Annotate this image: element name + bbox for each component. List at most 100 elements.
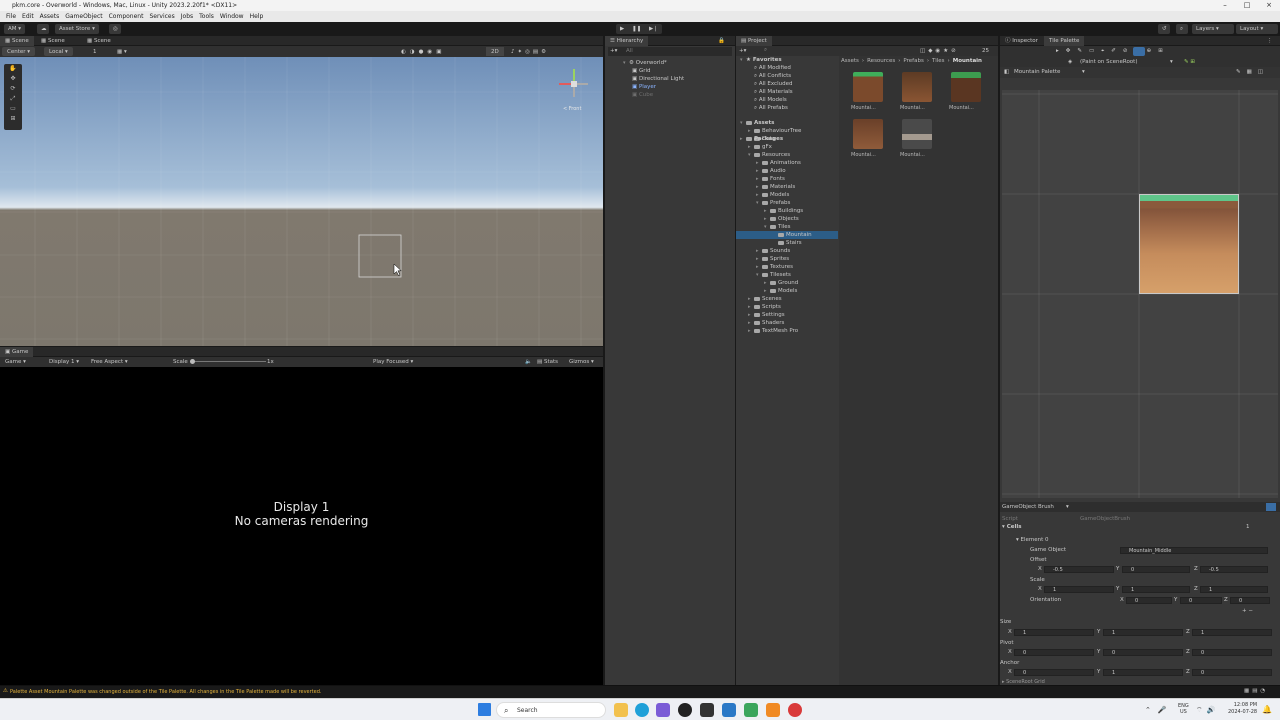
- project-folder[interactable]: ▸ Models: [736, 191, 838, 199]
- offset-y-field[interactable]: 0: [1122, 566, 1190, 573]
- gizmos-button[interactable]: Gizmos ▾: [564, 357, 599, 367]
- pivot-x-field[interactable]: 0: [1014, 649, 1094, 656]
- scene-effects-icons[interactable]: ♪✦◎▤⚙: [506, 47, 554, 56]
- windows-start-icon[interactable]: [478, 703, 491, 716]
- packages-root[interactable]: ▸ Packages: [736, 135, 838, 143]
- play-mode-dropdown[interactable]: Play Focused ▾: [368, 357, 418, 367]
- edit-icon[interactable]: ✎ ⊞: [1184, 59, 1195, 65]
- display-dropdown[interactable]: Display 1 ▾: [44, 357, 84, 367]
- pivot-y-field[interactable]: 0: [1103, 649, 1183, 656]
- project-folder[interactable]: ▸ BehaviourTree: [736, 127, 838, 135]
- brush-settings-icon[interactable]: [1266, 503, 1276, 511]
- project-folder[interactable]: ▸ Ground: [736, 279, 838, 287]
- hierarchy-lock-icon[interactable]: 🔒⋮: [713, 36, 735, 54]
- play-icon[interactable]: ▶: [620, 26, 624, 32]
- tile-tool-icons[interactable]: ▸✥✎▭⌖✐⊘▤⊕⊞: [1056, 48, 1170, 55]
- project-folder[interactable]: Stairs: [736, 239, 838, 247]
- clock[interactable]: 12:08 PM 2024-07-28: [1228, 702, 1257, 716]
- orientation-x-field[interactable]: 0: [1126, 597, 1172, 604]
- menu-file[interactable]: File: [6, 13, 16, 20]
- layout-dropdown[interactable]: Layout ▾: [1236, 24, 1278, 34]
- anchor-z-field[interactable]: 0: [1192, 669, 1272, 676]
- asset-thumbnail[interactable]: [951, 72, 981, 102]
- cells-label[interactable]: ▾ Cells: [1002, 524, 1022, 530]
- scene-viewport[interactable]: < Front ✋ ✥ ⟳ ⤢ ▭ ⊞: [0, 57, 603, 346]
- palette-canvas[interactable]: [1002, 90, 1278, 498]
- pivot-z-field[interactable]: 0: [1192, 649, 1272, 656]
- size-x-field[interactable]: 1: [1014, 629, 1094, 636]
- orientation-gizmo-icon[interactable]: [559, 69, 588, 97]
- add-icon[interactable]: +▾: [610, 48, 617, 54]
- assets-root[interactable]: ▾ Assets: [736, 119, 838, 127]
- orientation-z-field[interactable]: 0: [1230, 597, 1270, 604]
- asset-thumbnail[interactable]: [902, 72, 932, 102]
- transform-tool-icon[interactable]: ⊞: [4, 114, 22, 124]
- asset-thumbnail[interactable]: [853, 119, 883, 149]
- hierarchy-search-input[interactable]: All: [626, 48, 633, 54]
- project-filter-icons[interactable]: ◫◆◉★⊘: [920, 48, 959, 54]
- favorite-item[interactable]: ⌕ All Excluded: [736, 80, 838, 88]
- breadcrumb-item[interactable]: Tiles: [932, 58, 945, 64]
- menu-component[interactable]: Component: [109, 13, 144, 20]
- asset-store-button[interactable]: Asset Store ▾: [55, 24, 99, 34]
- size-z-field[interactable]: 1: [1192, 629, 1272, 636]
- hierarchy-search[interactable]: +▾ All: [608, 47, 732, 56]
- favorite-item[interactable]: ⌕ All Materials: [736, 88, 838, 96]
- scale-slider[interactable]: [190, 361, 266, 362]
- project-folder[interactable]: ▾ Prefabs: [736, 199, 838, 207]
- hierarchy-item-player[interactable]: ▣ Player: [623, 83, 735, 91]
- asset-label[interactable]: Mountai...: [900, 152, 925, 158]
- orientation-y-field[interactable]: 0: [1180, 597, 1222, 604]
- favorite-item[interactable]: ⌕ All Modified: [736, 64, 838, 72]
- status-icons[interactable]: ▦▤◔: [1244, 688, 1268, 694]
- account-button[interactable]: AM ▾: [4, 24, 26, 34]
- project-folder[interactable]: ▸ Materials: [736, 183, 838, 191]
- tab-scene-1[interactable]: ▦ Scene: [0, 36, 34, 46]
- menu-services[interactable]: Services: [149, 13, 174, 20]
- tab-hierarchy[interactable]: ☰ Hierarchy: [605, 36, 649, 46]
- add-remove-icons[interactable]: + −: [1242, 608, 1253, 614]
- anchor-y-field[interactable]: 1: [1103, 669, 1183, 676]
- hierarchy-item-scene[interactable]: ▾ ⚙ Overworld*: [623, 59, 735, 67]
- project-folder[interactable]: ▸ Objects: [736, 215, 838, 223]
- project-folder[interactable]: ▸ Fonts: [736, 175, 838, 183]
- move-tool-icon[interactable]: ✥: [4, 74, 22, 84]
- mountain-tile[interactable]: [1139, 194, 1239, 294]
- asset-thumbnail[interactable]: [902, 119, 932, 149]
- pivot-center-toggle[interactable]: Center ▾: [2, 47, 36, 56]
- project-folder[interactable]: ▸ TextMesh Pro: [736, 327, 838, 335]
- rotate-tool-icon[interactable]: ⟳: [4, 84, 22, 94]
- tab-tile-palette[interactable]: Tile Palette: [1044, 36, 1085, 46]
- pause-icon[interactable]: ❚❚: [632, 26, 641, 32]
- project-folder[interactable]: ▾ Resources: [736, 151, 838, 159]
- tray-icons[interactable]: ⌃🎤: [1145, 706, 1174, 714]
- tab-inspector[interactable]: ⓘ Inspector: [1000, 36, 1043, 46]
- paint-target-dropdown[interactable]: (Paint on SceneRoot): [1080, 59, 1137, 65]
- menu-window[interactable]: Window: [220, 13, 244, 20]
- hierarchy-item-light[interactable]: ▣ Directional Light: [623, 75, 735, 83]
- grid-snap-icon[interactable]: ▦ ▾: [112, 47, 132, 56]
- palette-view-icons[interactable]: ✎▦◫: [1236, 69, 1269, 75]
- project-folder[interactable]: ▸ Textures: [736, 263, 838, 271]
- scale-x-field[interactable]: 1: [1044, 586, 1114, 593]
- menu-edit[interactable]: Edit: [22, 13, 34, 20]
- pivot-local-toggle[interactable]: Local ▾: [44, 47, 73, 56]
- project-search-icon[interactable]: ⌕: [764, 47, 767, 54]
- menu-tools[interactable]: Tools: [199, 13, 214, 20]
- favorite-item[interactable]: ⌕ All Prefabs: [736, 104, 838, 112]
- scene-root-label[interactable]: ▸ SceneRoot Grid: [1002, 679, 1045, 685]
- project-folder[interactable]: ▸ Buildings: [736, 207, 838, 215]
- project-folder[interactable]: Mountain: [736, 231, 838, 239]
- paint-brush-icon[interactable]: [1133, 47, 1145, 56]
- project-folder[interactable]: ▸ Shaders: [736, 319, 838, 327]
- chevron-down-icon[interactable]: ▾: [1066, 504, 1069, 510]
- scale-slider-handle[interactable]: [190, 359, 195, 364]
- render-mode-icons[interactable]: ◐◑●◉▣: [396, 47, 450, 56]
- panel-menu-icon[interactable]: ⋮: [1262, 36, 1278, 46]
- game-object-field[interactable]: Mountain_Middle: [1120, 547, 1268, 554]
- asset-thumbnail[interactable]: [853, 72, 883, 102]
- notification-icon[interactable]: 🔔: [1262, 705, 1272, 714]
- stats-button[interactable]: ▤ Stats: [532, 357, 563, 367]
- discord-icon[interactable]: [656, 703, 670, 717]
- mode-2d-toggle[interactable]: 2D: [486, 47, 504, 56]
